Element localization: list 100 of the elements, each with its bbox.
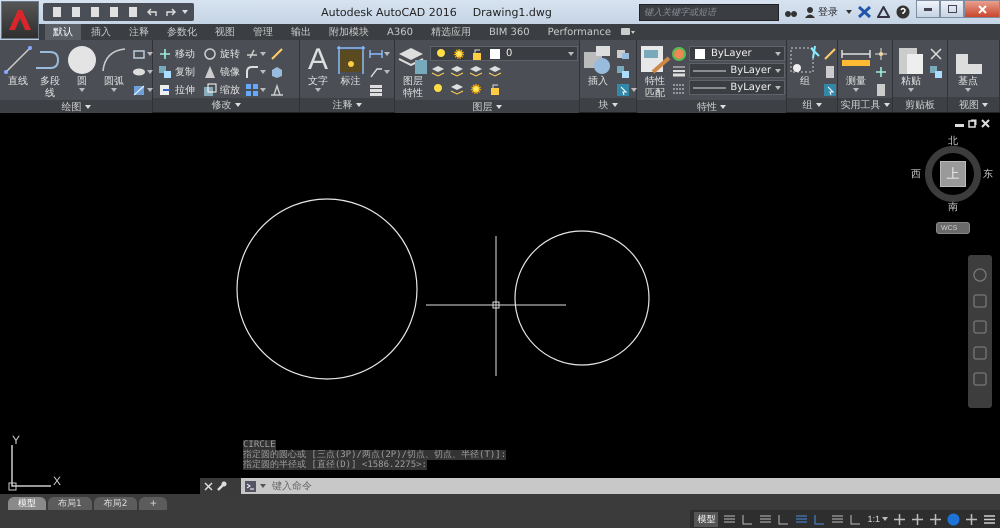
exchange-icon: [858, 6, 871, 18]
move-button[interactable]: [873, 64, 889, 80]
modify-tool-button[interactable]: 缩放: [201, 82, 242, 98]
panel-title-bar[interactable]: 剪贴板: [893, 97, 947, 112]
caret-icon: [147, 70, 153, 74]
ribbon-tab[interactable]: BIM 360: [480, 24, 538, 40]
viewport-restore-icon[interactable]: [968, 119, 977, 128]
ribbon-tab[interactable]: 注释: [121, 24, 157, 40]
ribbon-large-button[interactable]: 标注: [335, 44, 366, 88]
annotation-scale-button[interactable]: 1:1: [867, 514, 888, 524]
menu-icon[interactable]: [983, 512, 996, 526]
panel-title-bar[interactable]: 视图: [948, 97, 999, 112]
modify-tool-button[interactable]: 镜像: [201, 64, 242, 80]
layer-button[interactable]: [468, 63, 484, 79]
ribbon-tab[interactable]: 输出: [283, 24, 319, 40]
caret-icon: [846, 10, 852, 14]
ribbon-tab[interactable]: 视图: [207, 24, 243, 40]
cut-button[interactable]: [928, 46, 944, 62]
ribbon-large-button[interactable]: 粘贴: [896, 44, 926, 92]
caret-icon: [147, 88, 153, 92]
ribbon-tab[interactable]: A360: [379, 24, 421, 40]
panel-title-bar[interactable]: 组: [787, 98, 837, 112]
panel-title-bar[interactable]: 块: [580, 98, 636, 112]
minimize-button[interactable]: [916, 0, 940, 18]
caret-icon: [496, 105, 502, 109]
layout-tab[interactable]: 模型: [8, 497, 46, 510]
panel-title-bar[interactable]: 注释: [300, 98, 394, 112]
ribbon-tab[interactable]: 默认: [45, 24, 81, 40]
panel-title-bar[interactable]: 修改: [153, 98, 299, 112]
layer-dropdown[interactable]: 0: [430, 46, 578, 61]
compass-label: 北: [948, 134, 958, 148]
ribbon-large-button[interactable]: 测量: [841, 44, 871, 92]
layer-button[interactable]: [449, 63, 465, 79]
restore-button[interactable]: [940, 0, 964, 18]
search-field[interactable]: 键入关键字或短语: [639, 4, 779, 20]
caret-icon: [568, 52, 574, 56]
model-space-button[interactable]: 模型: [694, 512, 718, 526]
ribbon-large-button[interactable]: 直线: [3, 44, 33, 88]
panel-title-bar[interactable]: 图层: [395, 100, 579, 114]
ribbon-large-button[interactable]: A 文字: [303, 44, 333, 92]
modify-tool-button[interactable]: 拉伸: [156, 82, 197, 98]
ribbon-large-button[interactable]: 基点: [951, 44, 985, 92]
select-button[interactable]: [615, 82, 638, 98]
table-icon: [369, 83, 383, 97]
layer-button[interactable]: [449, 81, 465, 97]
ribbon-large-button[interactable]: 组: [790, 44, 820, 88]
sign-in-button[interactable]: 登录: [803, 5, 840, 19]
command-line-field[interactable]: 键入命令: [241, 478, 1000, 494]
panel-title-bar[interactable]: 特性: [637, 100, 786, 114]
plus-icon[interactable]: [911, 512, 924, 526]
select-button[interactable]: [822, 82, 838, 98]
ribbon-large-button[interactable]: 圆: [67, 44, 97, 92]
caret-icon: [84, 105, 90, 109]
ribbon-tab[interactable]: 参数化: [159, 24, 205, 40]
ribbon-large-button[interactable]: 圆弧: [99, 44, 129, 92]
close-icon[interactable]: [204, 482, 213, 490]
layout-tab[interactable]: 布局1: [48, 497, 92, 510]
modify-tool-button[interactable]: 复制: [156, 64, 197, 80]
select-icon: [823, 83, 837, 97]
array-icon: [245, 83, 259, 97]
close-button[interactable]: [964, 0, 1000, 18]
ribbon-large-button[interactable]: 插入: [583, 44, 613, 88]
panel-title-bar[interactable]: 绘图: [0, 100, 152, 114]
offset-button[interactable]: [269, 82, 285, 98]
hardware-acceleration-icon[interactable]: [947, 512, 960, 526]
modify-tool-button[interactable]: 移动: [156, 46, 197, 62]
cube-button[interactable]: [269, 64, 285, 80]
ribbon-tab[interactable]: 附加模块: [321, 24, 377, 40]
array-button[interactable]: [244, 82, 267, 98]
add-layout-button[interactable]: +: [139, 497, 168, 510]
caret-icon: [147, 52, 153, 56]
property-dropdown[interactable]: ByLayer: [689, 63, 785, 78]
panel-title: 注释: [332, 98, 352, 112]
ribbon-tab[interactable]: 管理: [245, 24, 281, 40]
command-input-field[interactable]: 键入命令: [270, 479, 1000, 493]
property-dropdown[interactable]: ByLayer: [689, 46, 785, 61]
layer-button[interactable]: [487, 63, 503, 79]
ribbon-large-button[interactable]: 特性匹配: [640, 44, 670, 100]
ribbon-large-button[interactable]: 图层特性: [398, 44, 428, 100]
line-icon: [2, 44, 34, 76]
viewport-close-icon[interactable]: [981, 119, 990, 128]
modify-tool-button[interactable]: 旋转: [201, 46, 242, 62]
calculator-icon: [874, 83, 888, 97]
sun-button[interactable]: [468, 81, 484, 97]
layout-tab[interactable]: 布局2: [94, 497, 138, 510]
copy-button[interactable]: [928, 64, 944, 80]
ribbon-tab[interactable]: Performance: [540, 24, 620, 40]
point-button[interactable]: [873, 46, 889, 62]
fillet-button[interactable]: [244, 64, 267, 80]
ribbon-large-button[interactable]: 多段线: [35, 44, 65, 100]
wrench-icon[interactable]: [216, 480, 227, 492]
layer-icon: [450, 82, 464, 96]
ribbon-tab[interactable]: 插入: [83, 24, 119, 40]
panel-title-bar[interactable]: 实用工具: [838, 98, 892, 112]
application-menu-button[interactable]: [1, 1, 39, 39]
layer-button[interactable]: [430, 63, 446, 79]
property-dropdown[interactable]: ByLayer: [689, 80, 785, 95]
copy-icon: [929, 65, 943, 79]
trim-icon: [245, 47, 259, 61]
ribbon-tab[interactable]: 精选应用: [422, 24, 479, 40]
